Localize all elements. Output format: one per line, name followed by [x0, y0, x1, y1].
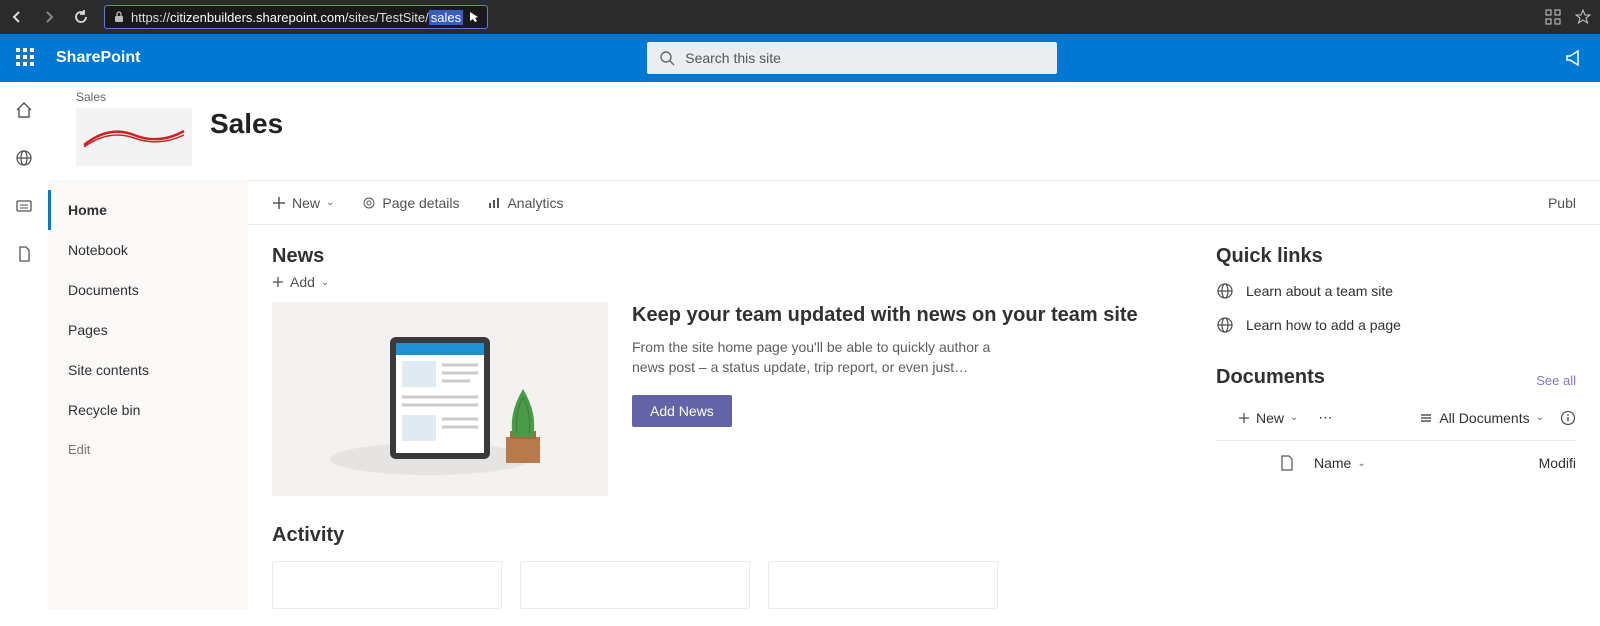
search-icon: [659, 50, 675, 66]
documents-see-all[interactable]: See all: [1536, 373, 1576, 388]
sharepoint-header: SharePoint Search this site: [0, 34, 1600, 82]
activity-card[interactable]: [768, 561, 998, 609]
qr-icon[interactable]: [1544, 8, 1562, 26]
chevron-down-icon: ⌄: [1357, 458, 1365, 469]
quicklink-add-page[interactable]: Learn how to add a page: [1216, 308, 1576, 342]
app-rail: [0, 82, 48, 626]
file-icon: [1280, 455, 1294, 471]
activity-title: Activity: [272, 524, 1176, 547]
reload-button[interactable]: [72, 8, 90, 26]
plus-icon: [272, 196, 286, 210]
browser-toolbar: https://citizenbuilders.sharepoint.com/s…: [0, 0, 1600, 34]
cursor-icon: [469, 11, 479, 23]
globe-icon: [1216, 316, 1234, 334]
chart-icon: [487, 196, 501, 210]
search-box[interactable]: Search this site: [647, 42, 1057, 74]
activity-card[interactable]: [272, 561, 502, 609]
quicklinks-title: Quick links: [1216, 245, 1576, 268]
documents-toolbar: New ⌄ ⋯ All Documents ⌄: [1238, 409, 1576, 426]
chevron-down-icon: ⌄: [1536, 412, 1544, 423]
news-add-button[interactable]: Add ⌄: [272, 274, 1176, 290]
news-hero-title: Keep your team updated with news on your…: [632, 302, 1138, 328]
page-details-button[interactable]: Page details: [362, 195, 459, 211]
analytics-button[interactable]: Analytics: [487, 195, 563, 211]
back-button[interactable]: [8, 8, 26, 26]
site-title: Sales: [210, 90, 283, 140]
news-title: News: [272, 245, 1176, 268]
nav-recycle-bin[interactable]: Recycle bin: [48, 390, 248, 430]
site-logo[interactable]: [76, 108, 192, 166]
chevron-down-icon: ⌄: [1290, 412, 1298, 423]
documents-title: Documents: [1216, 366, 1325, 389]
column-modified[interactable]: Modifi: [1539, 455, 1576, 471]
add-news-button[interactable]: Add News: [632, 395, 732, 427]
globe-icon: [1216, 282, 1234, 300]
news-icon[interactable]: [14, 196, 34, 216]
star-icon[interactable]: [1574, 8, 1592, 26]
nav-site-contents[interactable]: Site contents: [48, 350, 248, 390]
new-button[interactable]: New ⌄: [272, 195, 334, 211]
product-label[interactable]: SharePoint: [56, 49, 140, 67]
nav-home[interactable]: Home: [48, 190, 248, 230]
lock-icon: [113, 11, 125, 23]
news-hero-body: From the site home page you'll be able t…: [632, 338, 992, 377]
chevron-down-icon: ⌄: [321, 277, 329, 288]
site-header: Sales Sales: [48, 82, 1600, 180]
gear-icon: [362, 196, 376, 210]
list-icon: [1419, 411, 1433, 425]
plus-icon: [272, 276, 284, 288]
chevron-down-icon: ⌄: [326, 197, 334, 208]
nav-documents[interactable]: Documents: [48, 270, 248, 310]
activity-card[interactable]: [520, 561, 750, 609]
column-name[interactable]: Name ⌄: [1314, 455, 1519, 471]
search-placeholder: Search this site: [685, 50, 781, 66]
forward-button[interactable]: [40, 8, 58, 26]
address-bar[interactable]: https://citizenbuilders.sharepoint.com/s…: [104, 5, 488, 29]
documents-new-button[interactable]: New ⌄: [1238, 410, 1298, 426]
globe-icon[interactable]: [14, 148, 34, 168]
documents-view-toggle[interactable]: All Documents ⌄: [1419, 410, 1544, 426]
news-illustration: [272, 302, 608, 496]
megaphone-icon[interactable]: [1564, 48, 1584, 68]
command-bar: New ⌄ Page details Analytics Publ: [248, 181, 1600, 225]
quicklink-team-site[interactable]: Learn about a team site: [1216, 274, 1576, 308]
breadcrumb[interactable]: Sales: [76, 90, 192, 108]
info-icon[interactable]: [1560, 410, 1576, 426]
files-icon[interactable]: [14, 244, 34, 264]
nav-notebook[interactable]: Notebook: [48, 230, 248, 270]
documents-more-button[interactable]: ⋯: [1318, 409, 1332, 426]
home-icon[interactable]: [14, 100, 34, 120]
publish-button[interactable]: Publ: [1548, 195, 1576, 211]
app-launcher-icon[interactable]: [16, 48, 36, 68]
nav-edit[interactable]: Edit: [48, 430, 248, 469]
documents-columns: Name ⌄ Modifi: [1216, 440, 1576, 485]
plus-icon: [1238, 412, 1250, 424]
url-text: https://citizenbuilders.sharepoint.com/s…: [131, 10, 463, 25]
nav-pages[interactable]: Pages: [48, 310, 248, 350]
left-nav: Home Notebook Documents Pages Site conte…: [48, 180, 248, 609]
activity-cards: [272, 561, 1176, 609]
